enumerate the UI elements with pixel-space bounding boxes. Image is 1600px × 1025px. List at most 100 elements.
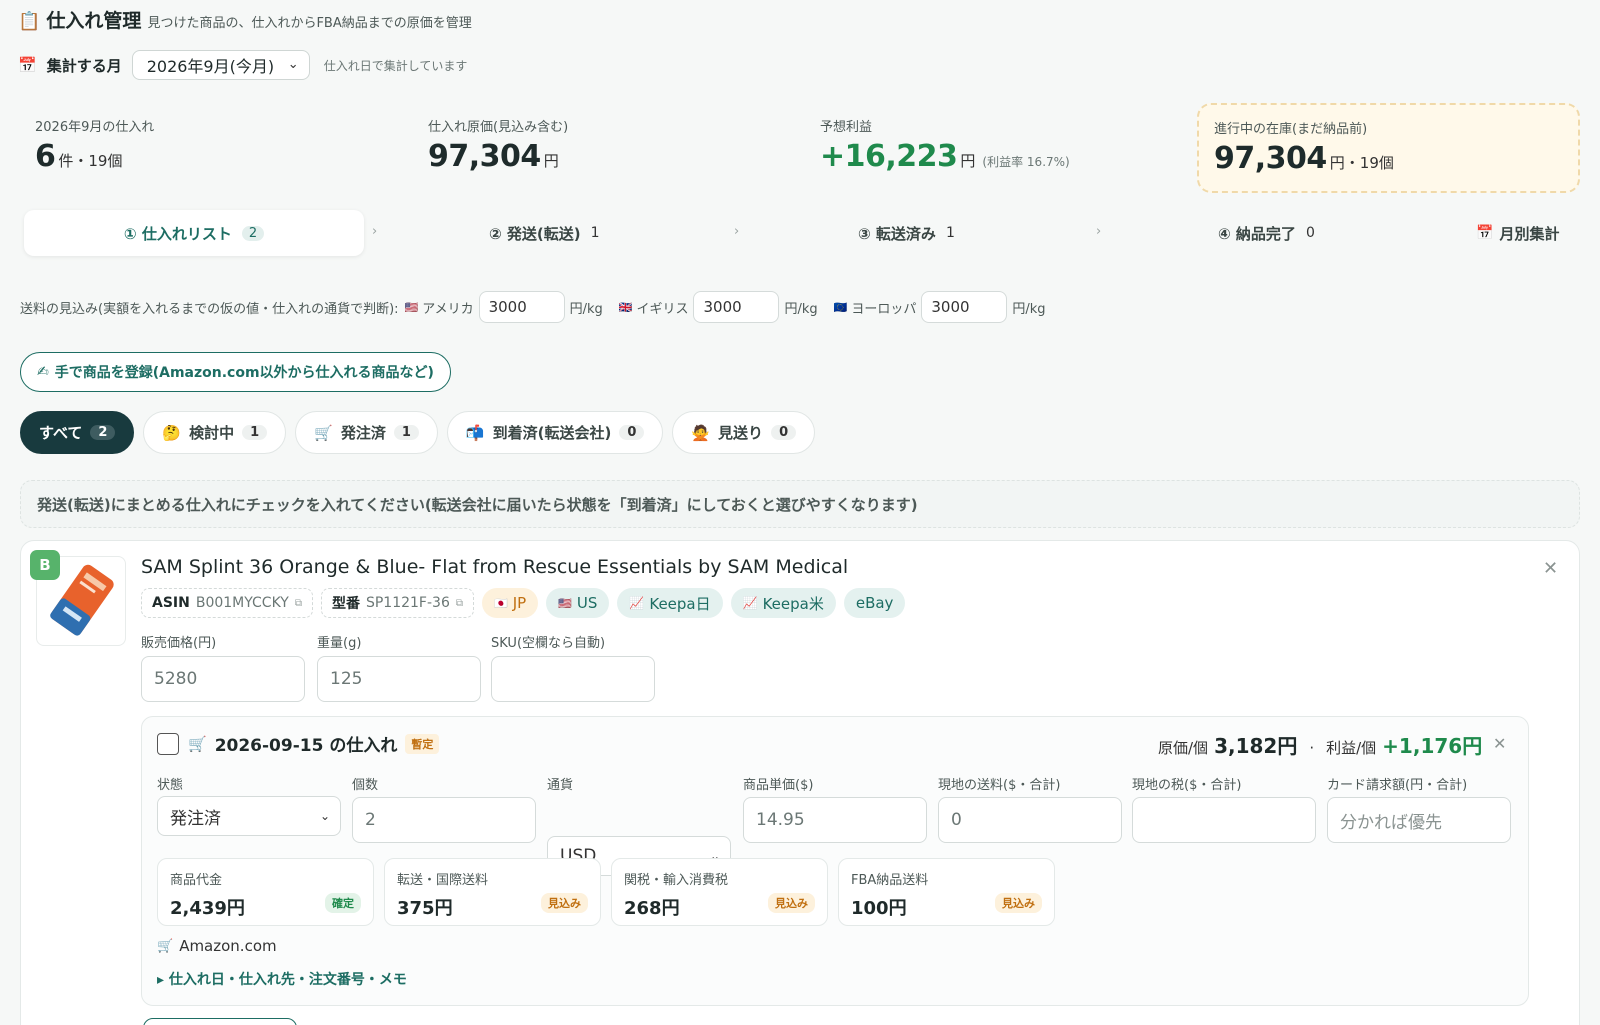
manual-register-label: 手で商品を登録(Amazon.com以外から仕入れる商品など) — [54, 365, 434, 381]
filter-considering-label: 検討中 — [189, 424, 235, 442]
link-keepa-jp[interactable]: 📈 Keepa日 — [617, 588, 723, 618]
copy-icon: ⧉ — [455, 597, 463, 609]
tab-delivered[interactable]: ④ 納品完了 0 — [1218, 210, 1315, 256]
tab-shipping-count: 1 — [590, 225, 600, 241]
purchase-details-toggle[interactable]: ▸ 仕入れ日・仕入れ先・注文番号・メモ — [157, 969, 407, 989]
separator-dot: · — [1309, 739, 1315, 757]
cost-duty-label: 関税・輸入消費税 — [624, 873, 729, 888]
chevron-right-icon: › — [1096, 224, 1102, 239]
close-icon[interactable]: ✕ — [1493, 734, 1506, 753]
filter-skipped[interactable]: 🙅 見送り 0 — [672, 411, 816, 454]
clipboard-icon: 📋 — [18, 11, 41, 32]
filter-ordered-label: 発注済 — [340, 424, 386, 442]
tab-forwarded-count: 1 — [945, 225, 955, 241]
local-shipping-input[interactable]: 0 — [938, 797, 1122, 843]
page-title: 仕入れ管理 — [46, 10, 142, 32]
tab-purchase-list-count: 2 — [241, 225, 265, 241]
shipping-intro: 送料の見込み(実額を入れるまでの仮の値・仕入れの通貨で判断): — [20, 301, 399, 317]
tab-monthly[interactable]: 📅 月別集計 — [1476, 210, 1559, 256]
filter-ordered[interactable]: 🛒 発注済 1 — [295, 411, 438, 454]
chart-icon: 📈 — [629, 596, 645, 610]
us-flag-icon: 🇺🇸 — [558, 596, 572, 610]
status-select[interactable]: 発注済 ⌄ — [157, 796, 341, 836]
us-flag-icon: 🇺🇸 — [404, 300, 419, 314]
filter-considering-count: 1 — [242, 425, 268, 440]
thinking-face-icon: 🤔 — [162, 423, 182, 442]
weight-input[interactable]: 125 — [317, 656, 481, 702]
purchase-title-row: 🛒 2026-09-15 の仕入れ 暫定 — [188, 731, 440, 756]
jp-flag-icon: 🇯🇵 — [494, 596, 508, 610]
local-tax-input[interactable] — [1132, 797, 1316, 843]
filter-ordered-count: 1 — [393, 425, 419, 440]
close-icon[interactable]: ✕ — [1543, 558, 1558, 579]
model-label: 型番 — [331, 596, 360, 612]
unit-price-value: 14.95 — [756, 810, 805, 830]
price-input[interactable]: 5280 — [141, 656, 305, 702]
asin-tag[interactable]: ASIN B001MYCCKY ⧉ — [141, 588, 313, 618]
tab-forwarded[interactable]: ③ 転送済み 1 — [858, 210, 955, 256]
month-hint: 仕入れ日で集計しています — [323, 58, 468, 73]
quantity-input[interactable]: 2 — [352, 797, 536, 843]
card-charge-input[interactable]: 分かれば優先 — [1327, 797, 1511, 843]
tab-shipping-label: ② 発送(転送) — [489, 224, 581, 243]
link-keepa-us[interactable]: 📈 Keepa米 — [730, 588, 836, 618]
link-keepa-us-label: Keepa米 — [762, 594, 824, 613]
filter-all-count: 2 — [90, 425, 116, 440]
unit-price-input[interactable]: 14.95 — [743, 797, 927, 843]
stat-inventory-label: 進行中の在庫(まだ納品前) — [1214, 122, 1368, 137]
price-value: 5280 — [154, 669, 198, 689]
quantity-label: 個数 — [352, 778, 379, 793]
shipping-us-input[interactable]: 3000 — [478, 291, 565, 323]
link-keepa-jp-label: Keepa日 — [649, 594, 711, 613]
link-amazon-us[interactable]: 🇺🇸 US — [546, 588, 610, 618]
region-us-label: アメリカ — [422, 301, 474, 317]
local-tax-label: 現地の税($・合計) — [1132, 778, 1242, 793]
status-select-value: 発注済 — [170, 808, 221, 829]
stat-profit-value: +16,223 — [820, 139, 958, 174]
filter-all[interactable]: すべて 2 — [20, 411, 135, 454]
notice-text: 発送(転送)にまとめる仕入れにチェックを入れてください(転送会社に届いたら状態を… — [37, 495, 918, 514]
calendar-icon: 📅 — [18, 56, 37, 74]
purchase-source-name: Amazon.com — [179, 937, 277, 955]
model-value: SP1121F-36 — [365, 595, 450, 611]
purchase-checkbox[interactable] — [157, 733, 179, 755]
cost-card-fba: FBA納品送料 100円 見込み — [838, 858, 1055, 926]
month-select[interactable]: 2026年9月(今月) ⌄ — [131, 50, 310, 80]
sku-label: SKU(空欄なら自動) — [491, 636, 606, 651]
link-amazon-jp[interactable]: 🇯🇵 JP — [482, 588, 539, 618]
tab-monthly-label: 月別集計 — [1499, 224, 1560, 243]
unit-profit-label: 利益/個 — [1326, 739, 1377, 757]
add-purchase-button[interactable] — [143, 1018, 297, 1025]
stat-inventory-value: 97,304 — [1214, 141, 1327, 176]
tab-purchase-list[interactable]: ① 仕入れリスト 2 — [24, 210, 364, 256]
shipping-eu-input[interactable]: 3000 — [921, 291, 1008, 323]
cost-fba-label: FBA納品送料 — [851, 873, 929, 888]
estimate-badge: 見込み — [768, 893, 815, 913]
purchase-source: 🛒 Amazon.com — [157, 937, 277, 955]
filter-arrived[interactable]: 📬 到着済(転送会社) 0 — [446, 411, 664, 454]
link-ebay-label: eBay — [855, 594, 894, 612]
link-amazon-us-label: US — [576, 594, 598, 612]
filter-considering[interactable]: 🤔 検討中 1 — [143, 411, 287, 454]
model-tag[interactable]: 型番 SP1121F-36 ⧉ — [320, 588, 474, 618]
stat-purchases-count: 6 — [35, 139, 56, 174]
sku-input[interactable] — [491, 656, 655, 702]
shipping-uk-input[interactable]: 3000 — [693, 291, 780, 323]
calendar-icon: 📅 — [1476, 225, 1494, 241]
status-label: 状態 — [157, 778, 184, 793]
weight-value: 125 — [330, 669, 363, 689]
grade-badge: B — [30, 550, 60, 580]
manual-register-button[interactable]: ✍ 手で商品を登録(Amazon.com以外から仕入れる商品など) — [20, 352, 451, 392]
tab-shipping[interactable]: ② 発送(転送) 1 — [489, 210, 600, 256]
per-kg-unit: 円/kg — [1012, 301, 1046, 317]
month-label: 集計する月 — [46, 56, 122, 75]
unit-price-label: 商品単価($) — [743, 778, 814, 793]
stat-cost: 仕入れ原価(見込み含む) 97,304 円 — [428, 116, 568, 174]
mailbox-icon: 📬 — [465, 423, 485, 442]
filter-all-label: すべて — [39, 424, 83, 442]
stat-profit-rate: (利益率 16.7%) — [982, 155, 1070, 169]
link-ebay[interactable]: eBay — [843, 588, 906, 618]
caret-right-icon: ▸ — [157, 972, 165, 988]
stat-cost-label: 仕入れ原価(見込み含む) — [428, 120, 569, 135]
per-kg-unit: 円/kg — [569, 301, 603, 317]
